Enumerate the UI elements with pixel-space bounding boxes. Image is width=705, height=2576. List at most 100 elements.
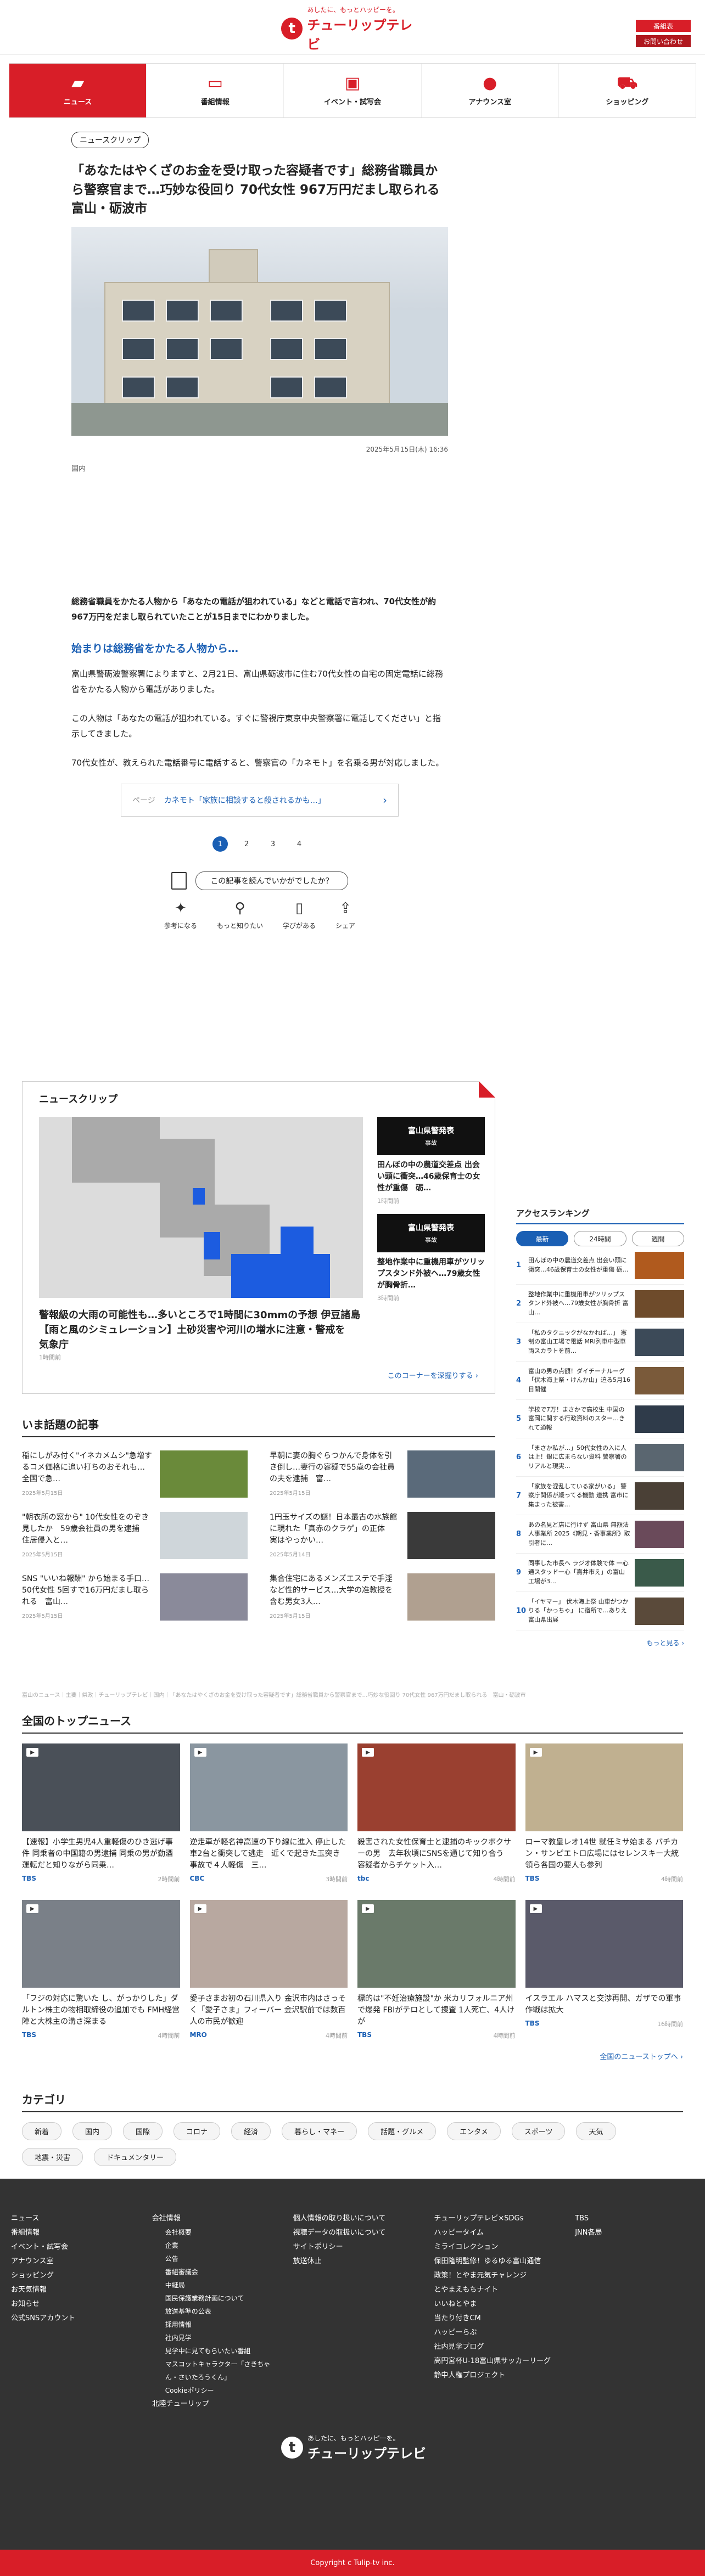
footer-link[interactable]: 企業: [152, 2239, 271, 2252]
clip-caption[interactable]: 警報級の大雨の可能性も…多いところで1時間に30mmの予想 伊豆諸島【雨と風のシ…: [39, 1308, 363, 1352]
category-chip[interactable]: 話題・グルメ: [368, 2122, 437, 2140]
ranking-item[interactable]: 3 「私のタクニックがなかれば…」 憲制の富山工場で電話 MRI列車中型車両スカラ…: [516, 1323, 684, 1362]
reaction-more[interactable]: ⚲ もっと知りたい: [217, 900, 263, 930]
topic-item[interactable]: 集合住宅にあるメンズエステで手淫など性的サービス…大学の准教授を含む男女3人… 2…: [270, 1573, 495, 1621]
footer-link[interactable]: 国民保護業務計画について: [152, 2292, 271, 2305]
ranking-item[interactable]: 8 あの名見ど店に行けず 富山県 無額法人事業所 2025《期見・香事業所》取引者…: [516, 1515, 684, 1554]
contact-button[interactable]: お問い合わせ: [636, 35, 691, 47]
footer-link[interactable]: 保田隆明監修！ゆるゆる富山通信: [434, 2254, 553, 2269]
national-item[interactable]: ▶ 愛子さまお初の石川県入り 金沢市内はさっそく「愛子さま」フィーバー 金沢駅前で…: [189, 1900, 348, 2040]
ranking-item[interactable]: 1 田んぼの中の農道交差点 出会い頭に衝突…46歳保育士の女性が重傷 砺…: [516, 1246, 684, 1285]
footer-link[interactable]: ハッピーらぶ: [434, 2326, 553, 2340]
national-item[interactable]: ▶ 逆走車が軽名神高速の下り線に進入 停止した車2台と衝突して逃走 近くで起きた玉…: [189, 1743, 348, 1883]
next-page-link[interactable]: ページ カネモト「家族に相談すると殺されるかも…」 ›: [121, 784, 399, 817]
footer-link[interactable]: 公式SNSアカウント: [11, 2311, 130, 2326]
category-chip[interactable]: 天気: [576, 2122, 616, 2140]
reaction-helpful[interactable]: ✦ 参考になる: [164, 900, 197, 930]
ranking-item[interactable]: 10 「イヤマー」 伏木海上祭 山車がつかりる「かっちゃ」 に宿所で…ありえ富山県…: [516, 1592, 684, 1630]
national-item[interactable]: ▶ 殺害された女性保育士と逮捕のキックボクサーの男 去年秋頃にSNSを通じて知り合…: [357, 1743, 516, 1883]
weather-map[interactable]: [39, 1117, 363, 1298]
tab-24h[interactable]: 24時間: [574, 1231, 626, 1246]
page-3[interactable]: 3: [265, 836, 281, 852]
footer-link[interactable]: Cookieポリシー: [152, 2384, 271, 2397]
topic-item[interactable]: SNS "いいね報酬" から始まる手口…50代女性 5回すで16万円だまし取られ…: [22, 1573, 248, 1621]
footer-link[interactable]: イベント・試写会: [11, 2240, 130, 2254]
page-1[interactable]: 1: [212, 836, 228, 852]
footer-link[interactable]: 中継局: [152, 2279, 271, 2292]
footer-link[interactable]: お知らせ: [11, 2297, 130, 2311]
page-2[interactable]: 2: [239, 836, 254, 852]
ranking-more-link[interactable]: もっと見る ›: [516, 1638, 684, 1647]
footer-link[interactable]: JNN各局: [575, 2226, 694, 2240]
footer-link[interactable]: 採用情報: [152, 2318, 271, 2331]
national-item[interactable]: ▶ 「フジの対応に驚いた し、がっかりした」ダルトン株主の物相取締役の追加でも F…: [22, 1900, 180, 2040]
category-chip[interactable]: コロナ: [174, 2122, 221, 2140]
footer-link[interactable]: お天気情報: [11, 2283, 130, 2297]
reaction-learn[interactable]: ▯ 学びがある: [283, 900, 316, 930]
topic-item[interactable]: 1円玉サイズの謎！日本最古の水族館に現れた「真赤のクラゲ」の正体 実はやっかい……: [270, 1512, 495, 1559]
footer-link[interactable]: とやまえもちナイト: [434, 2283, 553, 2297]
footer-logo[interactable]: t あしたに、もっとハッピーを。 チューリップテレビ: [281, 2433, 429, 2462]
footer-link[interactable]: 社内見学ブログ: [434, 2340, 553, 2354]
site-logo[interactable]: t あしたに、もっとハッピーを。 チューリップテレビ: [281, 6, 424, 52]
ranking-item[interactable]: 2 整地作業中に重機用車がツリップスタンド外被ヘ…79歳女性が胸骨折 富山…: [516, 1285, 684, 1323]
category-chip[interactable]: 経済: [231, 2122, 271, 2140]
category-chip[interactable]: 暮らし・マネー: [282, 2122, 357, 2140]
national-item[interactable]: ▶ 標的は"不妊治療施設"か 米カリフォルニア州で爆発 FBIがテロとして捜査 1…: [357, 1900, 516, 2040]
national-more-link[interactable]: 全国のニューストップへ ›: [22, 2051, 683, 2061]
footer-link[interactable]: チューリップテレビ×SDGs: [434, 2212, 553, 2226]
gnav-announcers[interactable]: ● アナウンス室: [422, 64, 559, 117]
footer-link[interactable]: 放送休止: [293, 2254, 412, 2269]
ranking-item[interactable]: 7 「家族を混乱している家がいる」 警察庁関係が緩ってる機動 連携 富市に集まった…: [516, 1477, 684, 1515]
category-chip[interactable]: 国内: [72, 2122, 113, 2140]
ranking-item[interactable]: 5 学校で7万！まさかで高校生 中国の富岡に関する行政資料のスター…きれて通報: [516, 1400, 684, 1438]
footer-link[interactable]: アナウンス室: [11, 2254, 130, 2269]
national-item[interactable]: ▶ ローマ教皇レオ14世 就任ミサ始まる バチカン・サンピエトロ広場にはセレンスキ…: [525, 1743, 683, 1883]
footer-link[interactable]: 北陸チューリップ: [152, 2397, 271, 2411]
footer-link[interactable]: 番組審議会: [152, 2265, 271, 2279]
footer-link[interactable]: 番組情報: [11, 2226, 130, 2240]
footer-link[interactable]: 静中人権プロジェクト: [434, 2369, 553, 2383]
clip-side-item[interactable]: 富山県警発表 事故 田んぼの中の農道交差点 出会い頭に衝突…46歳保育士の女性が重…: [377, 1117, 485, 1205]
topic-item[interactable]: "朝衣所の窓から" 10代女性をのぞき見したか 59歳会社員の男を逮捕 住居侵入…: [22, 1512, 248, 1559]
clip-side-item[interactable]: 富山県警発表 事故 整地作業中に重機用車がツリップスタンド外被ヘ…79歳女性が胸骨…: [377, 1214, 485, 1302]
topic-item[interactable]: 早朝に妻の胸ぐらつかんで身体を引き倒し…妻行の容疑で55歳の会社員の夫を逮捕 富…: [270, 1450, 495, 1498]
gnav-events[interactable]: ▣ イベント・試写会: [284, 64, 422, 117]
gnav-shopping[interactable]: ⛟ ショッピング: [559, 64, 696, 117]
category-chip[interactable]: 新着: [22, 2122, 62, 2140]
footer-link[interactable]: 会社情報: [152, 2212, 271, 2226]
category-tag[interactable]: ニュースクリップ: [71, 132, 149, 148]
footer-link[interactable]: サイトポリシー: [293, 2240, 412, 2254]
national-item[interactable]: ▶ イスラエル ハマスと交渉再開、ガザでの軍事作戦は拡大 TBS 16時間前: [525, 1900, 683, 2040]
footer-link[interactable]: 高円宮杯U-18富山県サッカーリーグ: [434, 2354, 553, 2369]
footer-link[interactable]: ニュース: [11, 2212, 130, 2226]
tab-weekly[interactable]: 週間: [631, 1231, 684, 1246]
footer-link[interactable]: 見学中に見てもらいたい番組: [152, 2344, 271, 2358]
footer-link[interactable]: 政策！とやま元気チャレンジ: [434, 2269, 553, 2283]
ranking-item[interactable]: 6 「まさか私が…」50代女性の入に人は上！銀に広まらない資料 警察署のリアルと現…: [516, 1438, 684, 1477]
category-chip[interactable]: ドキュメンタリー: [94, 2148, 177, 2166]
footer-link[interactable]: ミライコレクション: [434, 2240, 553, 2254]
footer-link[interactable]: 社内見学: [152, 2331, 271, 2344]
gnav-news[interactable]: ▰ ニュース: [9, 64, 147, 117]
gnav-programs[interactable]: ▭ 番組情報: [147, 64, 284, 117]
footer-link[interactable]: 個人情報の取り扱いについて: [293, 2212, 412, 2226]
tv-schedule-button[interactable]: 番組表: [636, 20, 691, 32]
category-chip[interactable]: エンタメ: [447, 2122, 501, 2140]
category-chip[interactable]: スポーツ: [511, 2122, 566, 2140]
ranking-item[interactable]: 4 富山の男の点額！ダイチーナルーグ「伏木海上祭・けんか山」迫る5月16日開催: [516, 1362, 684, 1400]
category-chip[interactable]: 国際: [123, 2122, 163, 2140]
footer-link[interactable]: マスコットキャラクター「さきちゃん・さいたろうくん」: [152, 2358, 271, 2384]
share-button[interactable]: ⇪ シェア: [335, 900, 355, 930]
page-4[interactable]: 4: [292, 836, 307, 852]
footer-link[interactable]: 視聴データの取扱いについて: [293, 2226, 412, 2240]
footer-link[interactable]: 当たり付きCM: [434, 2311, 553, 2326]
footer-link[interactable]: 放送基準の公表: [152, 2305, 271, 2318]
footer-link[interactable]: TBS: [575, 2212, 694, 2226]
national-item[interactable]: ▶ 【速報】小学生男児4人重軽傷のひき逃げ事件 同乗者の中国籍の男逮捕 同乗の男が…: [22, 1743, 180, 1883]
footer-link[interactable]: 会社概要: [152, 2226, 271, 2239]
footer-link[interactable]: ハッピータイム: [434, 2226, 553, 2240]
category-chip[interactable]: 地震・災害: [22, 2148, 83, 2166]
footer-link[interactable]: ショッピング: [11, 2269, 130, 2283]
footer-link[interactable]: 公告: [152, 2252, 271, 2265]
